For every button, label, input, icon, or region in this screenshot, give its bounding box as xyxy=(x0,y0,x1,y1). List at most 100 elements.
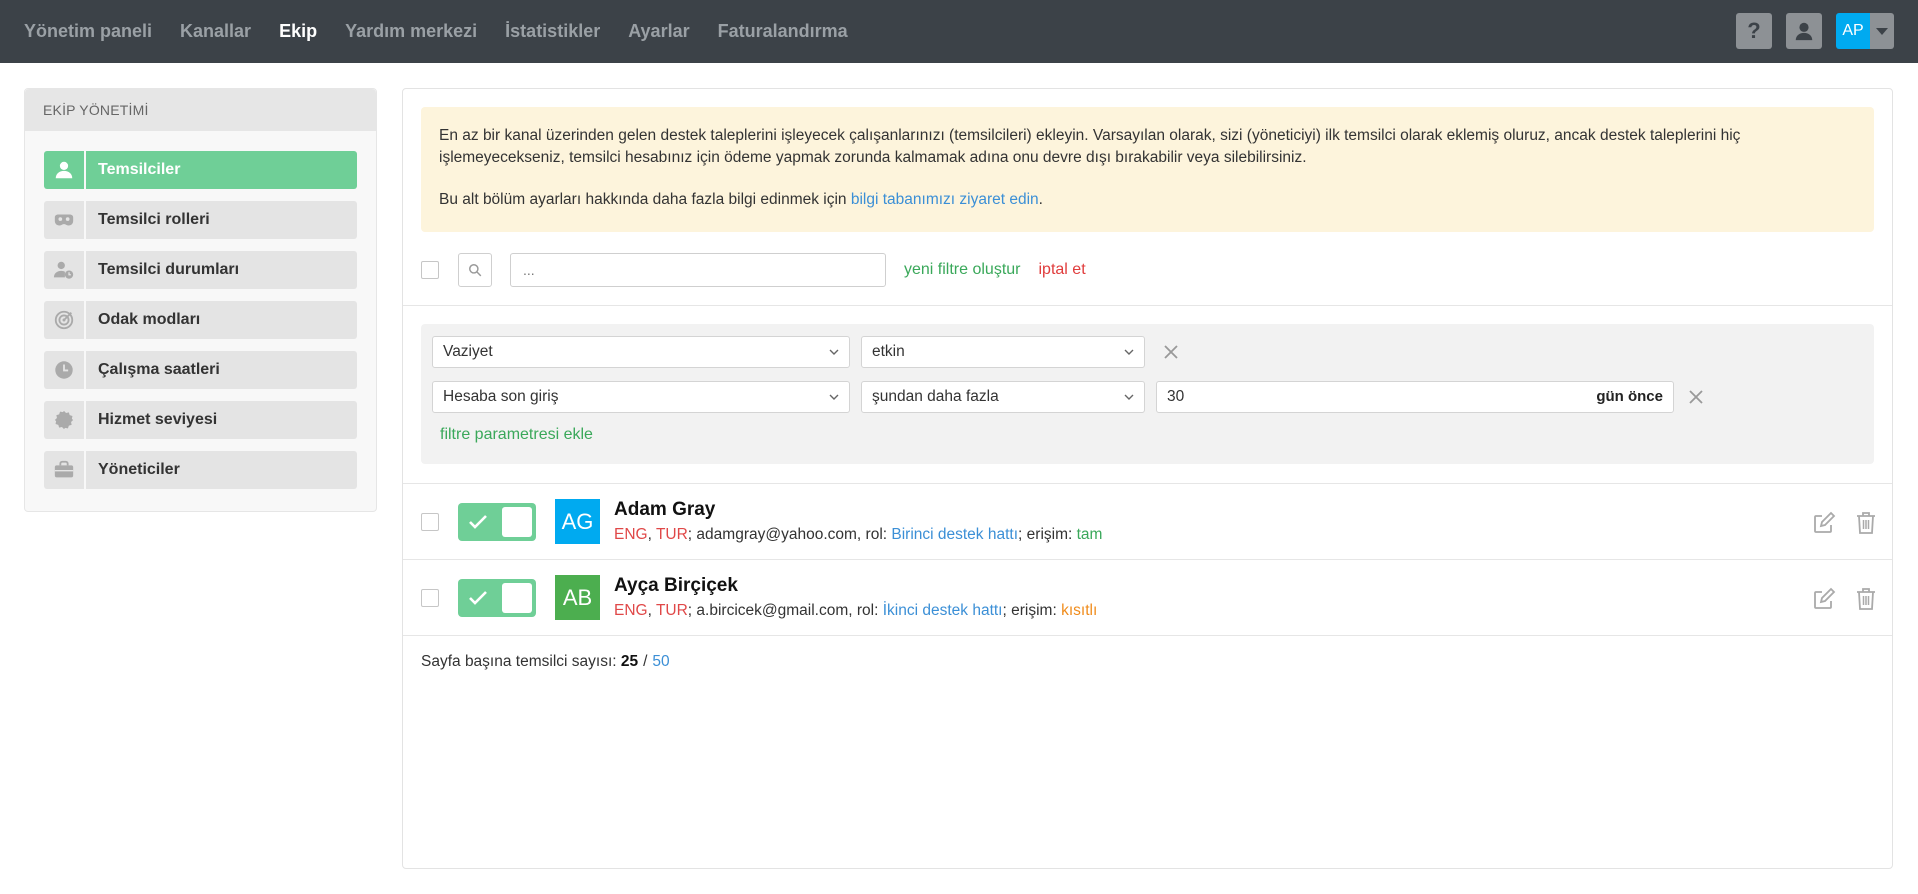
agent-active-toggle[interactable] xyxy=(458,503,536,541)
sidebar-item-label: Hizmet seviyesi xyxy=(86,401,357,439)
nav-item-channels[interactable]: Kanallar xyxy=(180,21,251,42)
delete-button[interactable] xyxy=(1852,585,1880,613)
profile-button[interactable] xyxy=(1786,13,1822,49)
agent-role-link[interactable]: İkinci destek hattı xyxy=(883,602,1003,619)
remove-filter-button[interactable] xyxy=(1161,342,1181,362)
mask-icon xyxy=(44,201,84,239)
language-tag: TUR xyxy=(655,526,688,543)
sidebar-item-working-hours[interactable]: Çalışma saatleri xyxy=(44,351,357,389)
row-checkbox[interactable] xyxy=(421,589,439,607)
close-icon xyxy=(1164,345,1178,359)
agent-access: tam xyxy=(1076,526,1103,543)
filter-field-select[interactable]: Hesaba son giriş xyxy=(432,381,850,413)
agent-role-link[interactable]: Birinci destek hattı xyxy=(891,526,1018,543)
filter-toolbar: yeni filtre oluştur iptal et xyxy=(421,253,1086,287)
nav-item-billing[interactable]: Faturalandırma xyxy=(718,21,848,42)
nav-item-help-center[interactable]: Yardım merkezi xyxy=(345,21,477,42)
main-nav: Yönetim paneli Kanallar Ekip Yardım merk… xyxy=(24,0,876,63)
top-navbar: Yönetim paneli Kanallar Ekip Yardım merk… xyxy=(0,0,1918,63)
filter-field-value: Vaziyet xyxy=(443,343,493,360)
new-filter-link[interactable]: yeni filtre oluştur xyxy=(904,261,1021,279)
search-button[interactable] xyxy=(458,253,492,287)
chevron-down-icon xyxy=(1124,349,1134,355)
nav-item-team[interactable]: Ekip xyxy=(279,21,317,42)
days-input[interactable]: 30 gün önce xyxy=(1156,381,1674,413)
sidebar-item-agents[interactable]: Temsilciler xyxy=(44,151,357,189)
edit-icon xyxy=(1814,511,1836,533)
top-right-controls: ? AP xyxy=(1722,13,1894,49)
clock-icon xyxy=(44,351,84,389)
language-tag: ENG xyxy=(614,602,648,619)
language-tag: ENG xyxy=(614,526,648,543)
help-button[interactable]: ? xyxy=(1736,13,1772,49)
info-notice: En az bir kanal üzerinden gelen destek t… xyxy=(421,107,1874,232)
nav-item-dashboard[interactable]: Yönetim paneli xyxy=(24,21,152,42)
select-all-checkbox[interactable] xyxy=(421,261,439,279)
filter-value-text: etkin xyxy=(872,343,905,360)
agent-email: adamgray@yahoo.com xyxy=(696,526,857,543)
per-page-selector: Sayfa başına temsilci sayısı: 25/50 xyxy=(421,653,670,671)
sidebar-item-focus-modes[interactable]: Odak modları xyxy=(44,301,357,339)
trash-icon xyxy=(1857,588,1875,610)
delete-button[interactable] xyxy=(1852,509,1880,537)
sidebar-item-label: Yöneticiler xyxy=(86,451,357,489)
role-label: rol: xyxy=(865,526,892,543)
filter-operator-value: şundan daha fazla xyxy=(872,388,999,405)
sidebar-item-label: Temsilci rolleri xyxy=(86,201,357,239)
agent-access: kısıtlı xyxy=(1061,602,1098,619)
search-input[interactable] xyxy=(510,253,886,287)
sidebar-item-agent-roles[interactable]: Temsilci rolleri xyxy=(44,201,357,239)
sidebar-title: EKİP YÖNETİMİ xyxy=(25,89,376,131)
agent-meta: ENG, TUR; a.bircicek@gmail.com, rol: İki… xyxy=(614,602,1098,619)
nav-item-settings[interactable]: Ayarlar xyxy=(628,21,689,42)
agent-active-toggle[interactable] xyxy=(458,579,536,617)
filter-panel: Vaziyet etkin Hesaba son giriş şundan da… xyxy=(421,324,1874,464)
trash-icon xyxy=(1857,512,1875,534)
cancel-link[interactable]: iptal et xyxy=(1039,261,1086,279)
days-suffix: gün önce xyxy=(1596,388,1663,405)
toggle-knob xyxy=(502,583,532,613)
sidebar-menu: Temsilciler Temsilci rolleri Temsilci du… xyxy=(25,131,376,489)
chevron-down-icon xyxy=(829,394,839,400)
notice-help-line: Bu alt bölüm ayarları hakkında daha fazl… xyxy=(439,189,1856,211)
sidebar-item-label: Çalışma saatleri xyxy=(86,351,357,389)
divider xyxy=(403,305,1892,306)
avatar: AB xyxy=(555,575,600,620)
sidebar-item-administrators[interactable]: Yöneticiler xyxy=(44,451,357,489)
per-page-current: 25 xyxy=(620,653,639,670)
row-actions xyxy=(1796,509,1880,537)
per-page-option-50[interactable]: 50 xyxy=(652,653,669,670)
edit-button[interactable] xyxy=(1810,509,1838,537)
notice-help-prefix: Bu alt bölüm ayarları hakkında daha fazl… xyxy=(439,191,851,208)
add-filter-param-link[interactable]: filtre parametresi ekle xyxy=(440,426,593,444)
question-icon: ? xyxy=(1747,18,1761,43)
sidebar-item-service-level[interactable]: Hizmet seviyesi xyxy=(44,401,357,439)
filter-operator-select[interactable]: şundan daha fazla xyxy=(861,381,1145,413)
access-label: erişim: xyxy=(1026,526,1077,543)
agent-email: a.bircicek@gmail.com xyxy=(696,602,849,619)
filter-value-select[interactable]: etkin xyxy=(861,336,1145,368)
agent-name: Adam Gray xyxy=(614,499,716,520)
notice-help-suffix: . xyxy=(1038,191,1043,208)
close-icon xyxy=(1689,390,1703,404)
language-tag: TUR xyxy=(655,602,688,619)
account-menu-button[interactable]: AP xyxy=(1836,13,1894,49)
access-label: erişim: xyxy=(1011,602,1062,619)
filter-field-select[interactable]: Vaziyet xyxy=(432,336,850,368)
sidebar: EKİP YÖNETİMİ Temsilciler Temsilci rolle… xyxy=(24,88,377,512)
knowledge-base-link[interactable]: bilgi tabanımızı ziyaret edin xyxy=(851,191,1039,208)
table-row: AB Ayça Birçiçek ENG, TUR; a.bircicek@gm… xyxy=(403,560,1892,636)
chevron-down-icon xyxy=(1124,394,1134,400)
row-actions xyxy=(1796,585,1880,613)
user-icon xyxy=(44,151,84,189)
edit-icon xyxy=(1814,587,1836,609)
sidebar-item-label: Odak modları xyxy=(86,301,357,339)
edit-button[interactable] xyxy=(1810,585,1838,613)
per-page-separator: / xyxy=(643,653,648,670)
check-icon xyxy=(469,515,487,529)
remove-filter-button[interactable] xyxy=(1686,387,1706,407)
nav-item-statistics[interactable]: İstatistikler xyxy=(505,21,600,42)
sidebar-item-agent-statuses[interactable]: Temsilci durumları xyxy=(44,251,357,289)
row-checkbox[interactable] xyxy=(421,513,439,531)
briefcase-icon xyxy=(44,451,84,489)
